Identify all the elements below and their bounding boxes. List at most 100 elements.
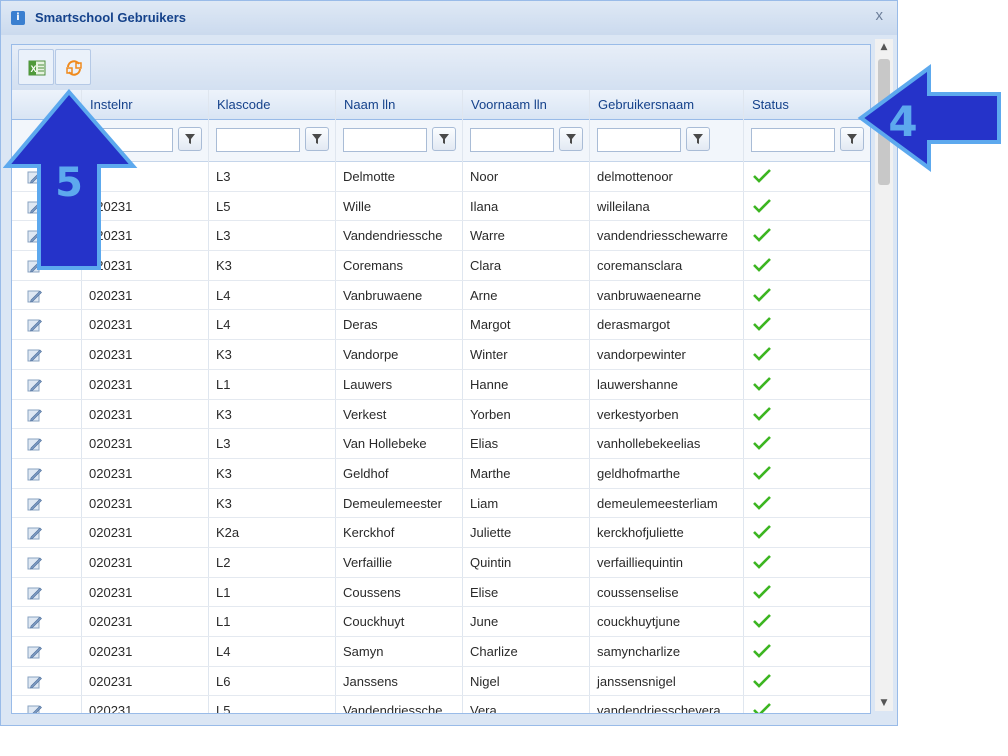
cell-instelnr: 020231 [89, 495, 133, 511]
cell-klascode: L1 [216, 376, 231, 392]
filter-naam-input[interactable] [343, 128, 427, 152]
edit-icon[interactable] [26, 436, 42, 452]
table-row[interactable]: 020231 L3 Vandendriessche Warre vandendriess… [12, 221, 870, 252]
cell-gebruikersnaam: geldhofmarthe [597, 465, 681, 481]
status-cell [743, 459, 870, 487]
status-cell [743, 192, 870, 220]
table-row[interactable]: 020231 K3 Demeulemeester Liam demeulemeester… [12, 489, 870, 519]
table-row[interactable]: 020231 L1 Couckhuyt June couckhuytjune [12, 607, 870, 637]
cell-instelnr: 020231 [89, 703, 133, 714]
filter-klascode [208, 120, 335, 161]
edit-icon[interactable] [26, 525, 42, 541]
edit-icon[interactable] [26, 377, 42, 393]
check-icon [753, 169, 771, 183]
cell-voornaam: June [470, 614, 499, 630]
cell-naam: Lauwers [343, 376, 393, 392]
edit-icon[interactable] [26, 585, 42, 601]
table-row[interactable]: 020231 L5 Wille Ilana willeilana [12, 192, 870, 222]
edit-icon[interactable] [26, 317, 42, 333]
column-header-klascode[interactable]: Klascode [208, 90, 335, 119]
filter-klascode-input[interactable] [216, 128, 300, 152]
sync-refresh-button[interactable] [55, 49, 91, 85]
cell-gebruikersnaam: vandendriesschewarre [597, 228, 728, 244]
status-cell [743, 281, 870, 309]
table-row[interactable]: 020231 K3 Verkest Yorben verkestyorben [12, 400, 870, 430]
scroll-up-arrow-icon[interactable]: ▲ [875, 39, 893, 55]
edit-icon[interactable] [26, 407, 42, 423]
cell-naam: Vandorpe [343, 347, 399, 363]
table-row[interactable]: 020231 L6 Janssens Nigel janssensnigel [12, 667, 870, 697]
annotation-arrow-left: 4 [857, 64, 1001, 172]
column-header-gebruikersnaam[interactable]: Gebruikersnaam [589, 90, 743, 119]
column-header-status[interactable]: Status [743, 90, 870, 119]
filter-status-input[interactable] [751, 128, 835, 152]
edit-icon[interactable] [26, 674, 42, 690]
table-row[interactable]: 020231 K3 Vandorpe Winter vandorpewinter [12, 340, 870, 370]
check-icon [753, 584, 771, 599]
status-cell [743, 489, 870, 517]
table-row[interactable]: 020231 L1 Coussens Elise coussenselise [12, 578, 870, 608]
excel-export-button[interactable]: X [18, 49, 54, 85]
cell-voornaam: Quintin [470, 554, 512, 570]
filter-gebruikersnaam-button[interactable] [686, 127, 710, 151]
filter-voornaam-input[interactable] [470, 128, 554, 152]
cell-instelnr: 020231 [89, 406, 133, 422]
filter-voornaam-button[interactable] [559, 127, 583, 151]
table-row[interactable]: 020231 L4 Samyn Charlize samyncharlize [12, 637, 870, 667]
filter-naam-button[interactable] [432, 127, 456, 151]
filter-voornaam [462, 120, 589, 161]
cell-klascode: L5 [216, 198, 231, 214]
window-title: Smartschool Gebruikers [35, 10, 186, 25]
cell-voornaam: Yorben [470, 406, 511, 422]
cell-klascode: L3 [216, 169, 231, 184]
cell-voornaam: Charlize [470, 644, 518, 659]
filter-gebruikersnaam-input[interactable] [597, 128, 681, 152]
table-row[interactable]: 020231 L2 Verfaillie Quintin verfailliequint… [12, 548, 870, 578]
scroll-down-arrow-icon[interactable]: ▼ [875, 695, 893, 711]
status-cell [743, 310, 870, 338]
filter-klascode-button[interactable] [305, 127, 329, 151]
cell-instelnr: 020231 [89, 376, 133, 392]
column-header-naam[interactable]: Naam lln [335, 90, 462, 119]
cell-gebruikersnaam: derasmargot [597, 317, 670, 333]
table-row[interactable]: 020231 L3 Van Hollebeke Elias vanhollebekeel… [12, 429, 870, 459]
filter-instelnr-button[interactable] [178, 127, 202, 151]
grid-header-row: Instelnr Klascode Naam lln Voornaam lln … [12, 90, 870, 120]
svg-text:X: X [31, 64, 37, 74]
close-button[interactable]: x [876, 7, 884, 24]
edit-cell [12, 518, 81, 546]
cell-naam: Verfaillie [343, 554, 393, 570]
edit-icon[interactable] [26, 614, 42, 630]
edit-icon[interactable] [26, 288, 42, 304]
cell-klascode: L1 [216, 614, 231, 630]
table-row[interactable]: 020231 K2a Kerckhof Juliette kerckhofjuliett… [12, 518, 870, 548]
edit-icon[interactable] [26, 703, 42, 714]
cell-instelnr: 020231 [89, 317, 133, 333]
table-row[interactable]: 020231 K3 Geldhof Marthe geldhofmarthe [12, 459, 870, 489]
check-icon [753, 436, 771, 451]
title-bar: i Smartschool Gebruikers x [1, 1, 897, 35]
cell-gebruikersnaam: vanbruwaenearne [597, 287, 702, 303]
cell-klascode: K3 [216, 495, 232, 511]
edit-icon[interactable] [26, 496, 42, 512]
table-row[interactable]: 020231 L4 Vanbruwaene Arne vanbruwaenearne [12, 281, 870, 311]
edit-icon[interactable] [26, 555, 42, 571]
cell-naam: Deras [343, 317, 378, 333]
status-cell [743, 578, 870, 606]
check-icon [753, 228, 771, 243]
edit-icon[interactable] [26, 644, 42, 660]
edit-icon[interactable] [26, 347, 42, 363]
app-info-icon: i [11, 11, 25, 25]
table-row[interactable]: 020231 L1 Lauwers Hanne lauwershanne [12, 370, 870, 400]
edit-icon[interactable] [26, 466, 42, 482]
cell-voornaam: Arne [470, 287, 498, 303]
table-row[interactable]: L3 Delmotte Noor delmottenoor [12, 162, 870, 192]
cell-klascode: L1 [216, 584, 231, 600]
column-header-voornaam[interactable]: Voornaam lln [462, 90, 589, 119]
check-icon [753, 258, 771, 272]
cell-klascode: L2 [216, 554, 231, 570]
table-row[interactable]: 020231 L4 Deras Margot derasmargot [12, 310, 870, 341]
status-cell [743, 607, 870, 635]
table-row[interactable]: 020231 K3 Coremans Clara coremansclara [12, 251, 870, 281]
table-row[interactable]: 020231 L5 Vandendriessche Vera vandendriessc… [12, 696, 870, 714]
